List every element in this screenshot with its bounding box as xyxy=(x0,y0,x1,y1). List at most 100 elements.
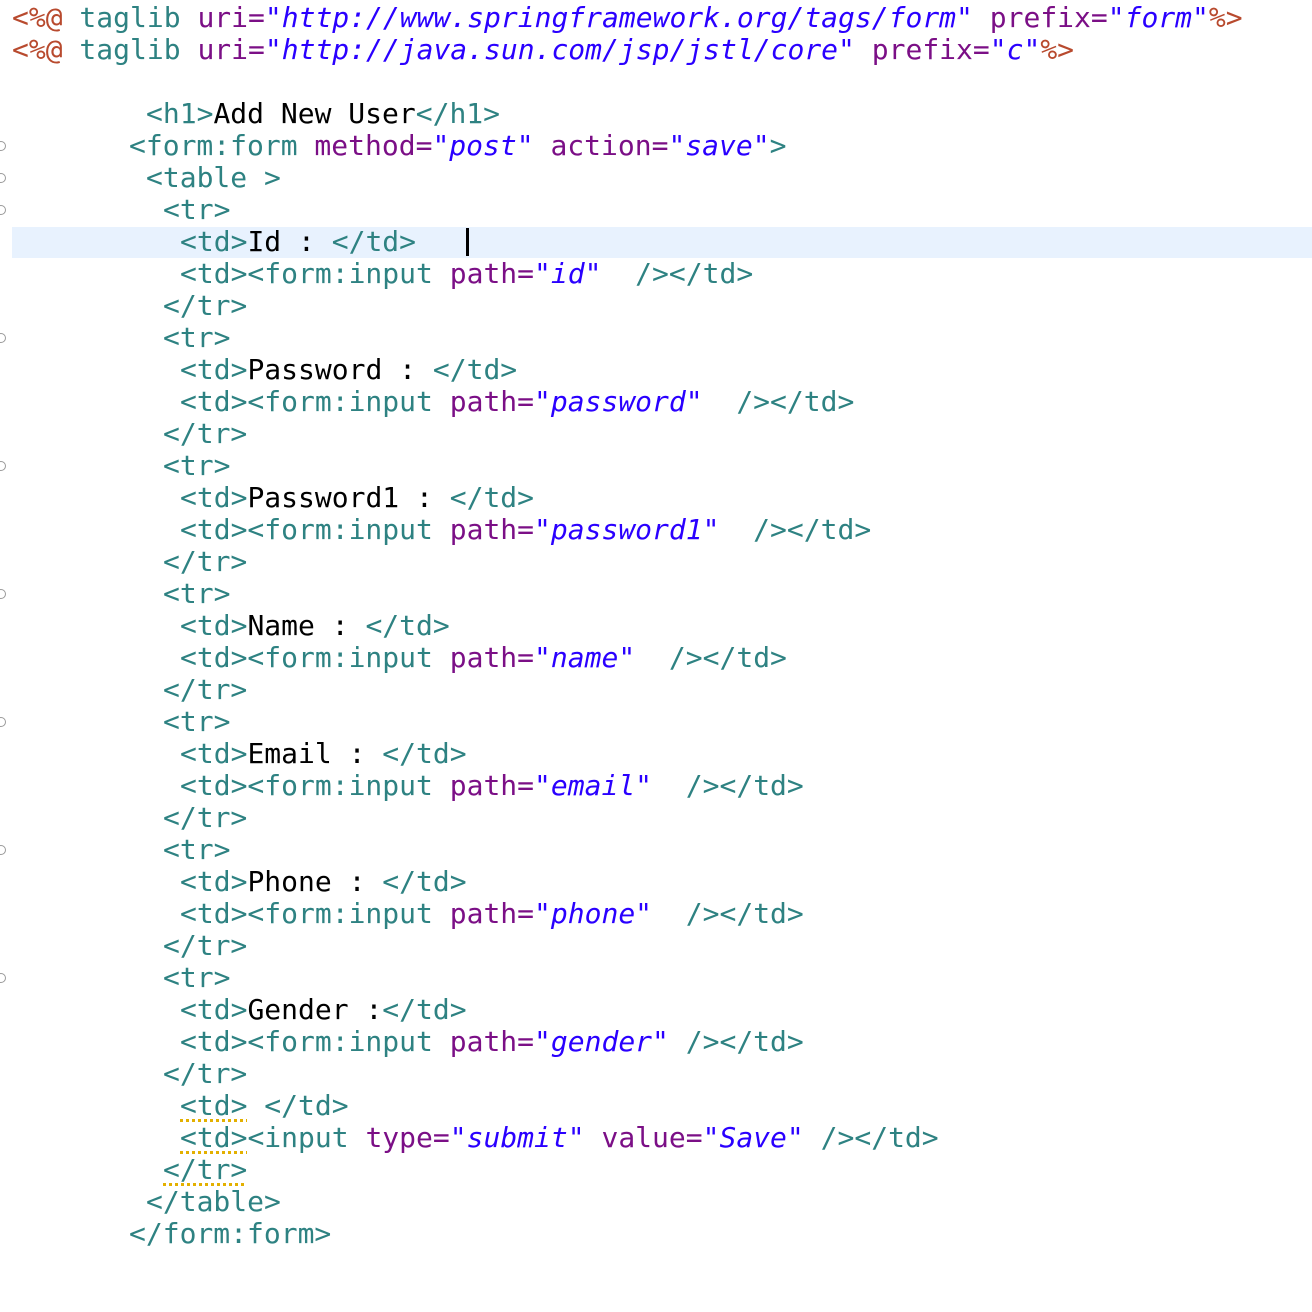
tag: <td><form:input xyxy=(180,897,433,930)
attr-name: path= xyxy=(432,513,535,546)
fold-marker-icon[interactable] xyxy=(0,973,6,983)
code-line-8[interactable]: <td>Id : </td> xyxy=(180,226,416,258)
tag: </tr> xyxy=(163,673,248,706)
code-line-20[interactable]: <td>Name : </td> xyxy=(180,610,450,642)
code-line-17[interactable]: <td><form:input path="password1" /></td> xyxy=(180,514,871,546)
text-caret-icon xyxy=(466,228,469,256)
tag: </tr> xyxy=(163,545,248,578)
tag: </table> xyxy=(146,1185,281,1218)
tag: </td> xyxy=(331,225,417,258)
fold-marker-icon[interactable] xyxy=(0,141,6,151)
code-line-30[interactable]: </tr> xyxy=(163,930,247,962)
code-line-33[interactable]: <td><form:input path="gender" /></td> xyxy=(180,1026,804,1058)
tag: <td><form:input xyxy=(180,257,433,290)
fold-marker-icon[interactable] xyxy=(0,205,6,215)
tag: /></td> xyxy=(702,385,855,418)
code-line-5[interactable]: <form:form method="post" action="save"> xyxy=(129,130,786,162)
attr-value: "form" xyxy=(1107,1,1209,34)
tag: </td> xyxy=(382,865,467,898)
tag-with-warning: <td> xyxy=(180,1121,248,1154)
tag-with-warning: <td> xyxy=(180,1089,248,1122)
code-line-11[interactable]: <tr> xyxy=(163,322,230,354)
fold-marker-icon[interactable] xyxy=(0,717,6,727)
code-line-39[interactable]: </form:form> xyxy=(129,1218,331,1250)
code-line-10[interactable]: </tr> xyxy=(163,290,247,322)
tag: <tr> xyxy=(163,449,231,482)
text-content: Id : xyxy=(247,225,332,258)
attr-value: "id" xyxy=(534,257,602,290)
code-line-21[interactable]: <td><form:input path="name" /></td> xyxy=(180,642,787,674)
fold-marker-icon[interactable] xyxy=(0,461,6,471)
text-content: Gender : xyxy=(247,993,383,1026)
code-line-28[interactable]: <td>Phone : </td> xyxy=(180,866,467,898)
code-line-9[interactable]: <td><form:input path="id" /></td> xyxy=(180,258,753,290)
tag: <tr> xyxy=(163,577,231,610)
tag: <td><form:input xyxy=(180,1025,433,1058)
attr-name: type= xyxy=(348,1121,450,1154)
code-line-2[interactable]: <%@ taglib uri="http://java.sun.com/jsp/… xyxy=(12,34,1074,66)
tag: /></td> xyxy=(668,1025,804,1058)
code-line-25[interactable]: <td><form:input path="email" /></td> xyxy=(180,770,804,802)
code-line-32[interactable]: <td>Gender :</td> xyxy=(180,994,467,1026)
fold-marker-icon[interactable] xyxy=(0,333,6,343)
code-line-23[interactable]: <tr> xyxy=(163,706,230,738)
attr-name: uri= xyxy=(197,1,265,34)
code-line-36[interactable]: <td><input type="submit" value="Save" />… xyxy=(180,1122,939,1154)
code-line-31[interactable]: <tr> xyxy=(163,962,230,994)
code-line-29[interactable]: <td><form:input path="phone" /></td> xyxy=(180,898,804,930)
tag: /></td> xyxy=(652,897,804,930)
code-line-35[interactable]: <td> </td> xyxy=(180,1090,349,1122)
fold-marker-icon[interactable] xyxy=(0,173,6,183)
code-line-19[interactable]: <tr> xyxy=(163,578,230,610)
directive-keyword: taglib xyxy=(62,1,198,34)
code-line-12[interactable]: <td>Password : </td> xyxy=(180,354,517,386)
code-line-15[interactable]: <tr> xyxy=(163,450,230,482)
attr-name: path= xyxy=(432,1025,535,1058)
code-line-7[interactable]: <tr> xyxy=(163,194,230,226)
tag: <td> xyxy=(180,865,248,898)
fold-marker-icon[interactable] xyxy=(0,845,6,855)
code-line-18[interactable]: </tr> xyxy=(163,546,247,578)
code-line-1[interactable]: <%@ taglib uri="http://www.springframewo… xyxy=(12,2,1243,34)
attr-value: "password" xyxy=(534,385,703,418)
fold-marker-icon[interactable] xyxy=(0,589,6,599)
attr-value: "password1" xyxy=(534,513,720,546)
tag: </tr> xyxy=(163,289,248,322)
code-line-34[interactable]: </tr> xyxy=(163,1058,247,1090)
tag: <h1> xyxy=(146,97,214,130)
code-editor[interactable]: <%@ taglib uri="http://www.springframewo… xyxy=(0,0,1312,1312)
tag: </td> xyxy=(382,737,467,770)
code-line-14[interactable]: </tr> xyxy=(163,418,247,450)
code-line-27[interactable]: <tr> xyxy=(163,834,230,866)
attr-value: "phone" xyxy=(534,897,653,930)
attr-name: value= xyxy=(584,1121,703,1154)
attr-name: prefix= xyxy=(854,33,990,66)
tag: </td> xyxy=(449,481,535,514)
code-line-22[interactable]: </tr> xyxy=(163,674,247,706)
tag: <tr> xyxy=(163,321,231,354)
tag: <tr> xyxy=(163,961,231,994)
tag: <tr> xyxy=(163,705,231,738)
tag: </tr> xyxy=(163,417,248,450)
code-line-6[interactable]: <table > xyxy=(146,162,281,194)
tag: </tr> xyxy=(163,801,248,834)
code-line-4[interactable]: <h1>Add New User</h1> xyxy=(146,98,500,130)
attr-value: "save" xyxy=(668,129,770,162)
tag: <td><form:input xyxy=(180,513,433,546)
directive-keyword: taglib xyxy=(62,33,198,66)
tag: <tr> xyxy=(163,833,231,866)
code-line-16[interactable]: <td>Password1 : </td> xyxy=(180,482,534,514)
tag: > xyxy=(769,129,787,162)
code-line-13[interactable]: <td><form:input path="password" /></td> xyxy=(180,386,854,418)
code-line-24[interactable]: <td>Email : </td> xyxy=(180,738,467,770)
attr-name: path= xyxy=(432,897,535,930)
attr-value: "name" xyxy=(534,641,636,674)
code-line-37[interactable]: </tr> xyxy=(163,1154,247,1186)
tag: /></td> xyxy=(652,769,804,802)
tag: </h1> xyxy=(415,97,501,130)
jsp-directive-close: %> xyxy=(1208,1,1243,34)
code-line-26[interactable]: </tr> xyxy=(163,802,247,834)
tag: /></td> xyxy=(803,1121,939,1154)
code-line-38[interactable]: </table> xyxy=(146,1186,281,1218)
attr-name: path= xyxy=(432,257,535,290)
